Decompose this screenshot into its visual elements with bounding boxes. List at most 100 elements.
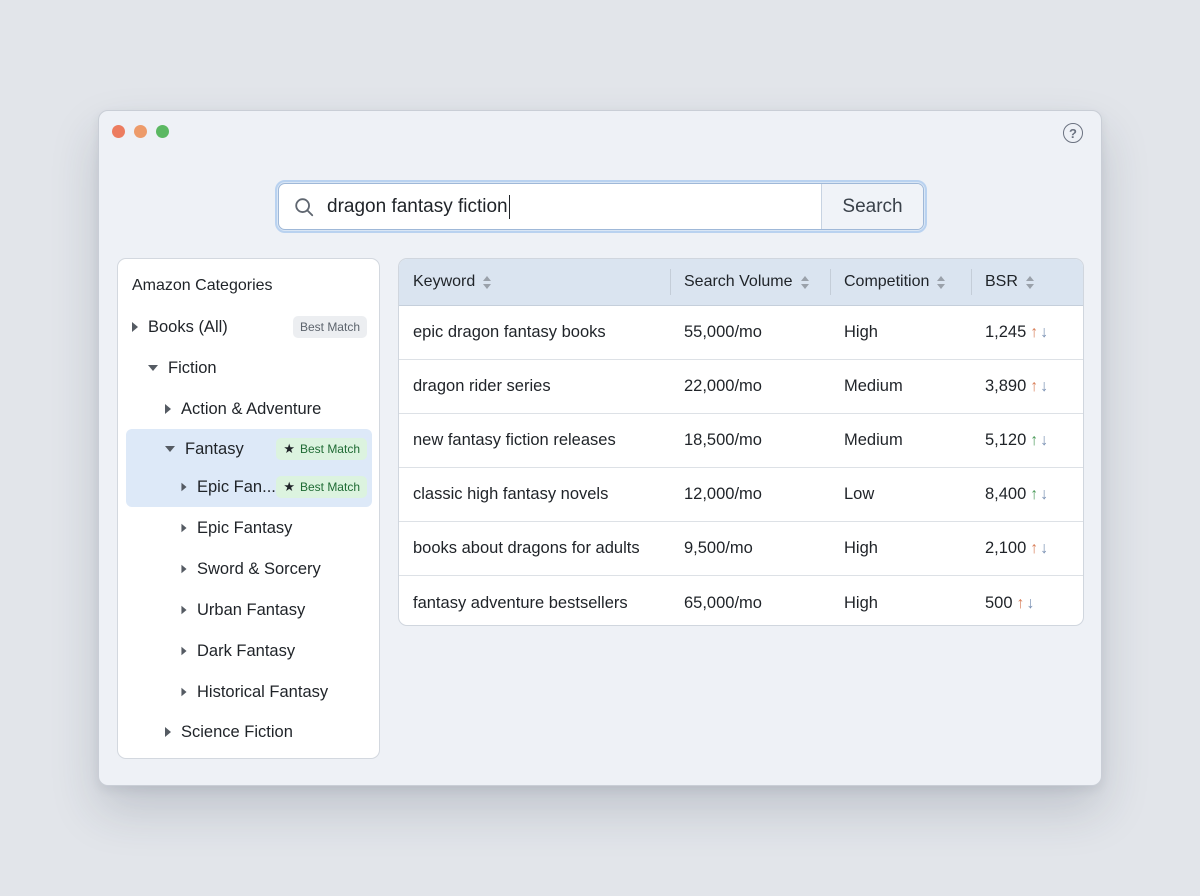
trend-up-icon: ↑ xyxy=(1030,486,1039,503)
trend-down-icon: ↓ xyxy=(1040,378,1049,395)
column-header-keyword[interactable]: Keyword xyxy=(399,259,670,305)
expand-triangle-icon[interactable] xyxy=(181,482,187,492)
bsr-value: 3,890 xyxy=(985,377,1027,395)
table-row[interactable]: books about dragons for adults 9,500/mo … xyxy=(399,522,1083,576)
keyword-cell: classic high fantasy novels xyxy=(413,485,609,503)
category-label: Fantasy xyxy=(185,439,244,458)
bsr-value: 8,400 xyxy=(985,485,1027,503)
trend-up-icon: ↑ xyxy=(1030,378,1039,395)
keyword-cell: dragon rider series xyxy=(413,377,551,395)
bsr-cell: 5,120 ↑ ↓ xyxy=(971,431,1083,450)
category-label: Fiction xyxy=(168,358,217,377)
best-match-badge: ★ Best Match xyxy=(276,438,367,460)
column-header-search-volume[interactable]: Search Volume xyxy=(670,259,830,305)
column-header-bsr[interactable]: BSR xyxy=(971,259,1083,305)
search-bar-inner: dragon fantasy fiction Search xyxy=(278,183,924,230)
window-controls xyxy=(112,125,169,138)
category-item-science-fiction[interactable]: Science Fiction xyxy=(118,713,379,751)
expand-triangle-icon[interactable] xyxy=(165,727,171,737)
trend-up-icon: ↑ xyxy=(1030,540,1039,557)
column-label: Search Volume xyxy=(684,273,793,290)
star-icon: ★ xyxy=(283,441,295,456)
keyword-cell: books about dragons for adults xyxy=(413,539,640,557)
close-window-button[interactable] xyxy=(112,125,125,138)
expand-triangle-icon[interactable] xyxy=(165,404,171,414)
bsr-cell: 3,890 ↑ ↓ xyxy=(971,377,1083,396)
keyword-table: Keyword Search Volume Competition BSR ep… xyxy=(398,258,1084,626)
keyword-cell: new fantasy fiction releases xyxy=(413,431,616,449)
column-label: BSR xyxy=(985,273,1018,290)
table-row[interactable]: classic high fantasy novels 12,000/mo Lo… xyxy=(399,468,1083,522)
text-caret xyxy=(508,194,510,219)
keyword-cell: epic dragon fantasy books xyxy=(413,323,606,341)
search-input[interactable]: dragon fantasy fiction xyxy=(279,184,821,229)
expand-triangle-icon[interactable] xyxy=(181,687,187,697)
maximize-window-button[interactable] xyxy=(156,125,169,138)
trend-down-icon: ↓ xyxy=(1040,486,1049,503)
app-window: ? dragon fantasy fiction Search Amazon C… xyxy=(98,110,1102,786)
category-item-historical-fantasy[interactable]: Historical Fantasy xyxy=(118,673,379,711)
table-header: Keyword Search Volume Competition BSR xyxy=(399,259,1083,306)
search-bar: dragon fantasy fiction Search xyxy=(275,180,927,233)
best-match-badge: Best Match xyxy=(292,316,367,338)
expand-triangle-icon[interactable] xyxy=(181,523,187,533)
category-item-epic-fantasy[interactable]: Epic Fantasy xyxy=(118,509,379,547)
expand-triangle-icon[interactable] xyxy=(132,322,138,332)
trend-up-icon: ↑ xyxy=(1030,324,1039,341)
category-item-books-all[interactable]: Books (All) Best Match xyxy=(118,308,379,346)
collapse-triangle-icon[interactable] xyxy=(165,446,175,452)
bsr-cell: 500 ↑ ↓ xyxy=(971,594,1083,613)
sort-icon[interactable] xyxy=(800,275,809,289)
category-label: Dark Fantasy xyxy=(197,641,296,660)
category-item-dark-fantasy[interactable]: Dark Fantasy xyxy=(118,632,379,670)
table-row[interactable]: epic dragon fantasy books 55,000/mo High… xyxy=(399,306,1083,360)
table-row[interactable]: new fantasy fiction releases 18,500/mo M… xyxy=(399,414,1083,468)
bsr-value: 2,100 xyxy=(985,539,1027,557)
category-label: Historical Fantasy xyxy=(197,682,329,701)
category-item-action-adventure[interactable]: Action & Adventure xyxy=(118,390,379,428)
category-item-sword-sorcery[interactable]: Sword & Sorcery xyxy=(118,550,379,588)
competition-cell: Low xyxy=(844,485,875,503)
category-label: Sword & Sorcery xyxy=(197,559,321,578)
sort-icon[interactable] xyxy=(1025,275,1034,289)
trend-up-icon: ↑ xyxy=(1016,594,1025,612)
search-input-value: dragon fantasy fiction xyxy=(327,195,508,217)
volume-cell: 18,500/mo xyxy=(684,431,762,449)
badge-label: Best Match xyxy=(299,442,360,456)
search-button[interactable]: Search xyxy=(821,184,923,229)
sort-icon[interactable] xyxy=(483,275,492,289)
bsr-cell: 8,400 ↑ ↓ xyxy=(971,485,1083,504)
volume-cell: 22,000/mo xyxy=(684,377,762,395)
volume-cell: 9,500/mo xyxy=(684,539,753,557)
help-icon[interactable]: ? xyxy=(1063,123,1083,143)
category-sidebar: Amazon Categories Books (All) Best Match… xyxy=(117,258,380,759)
category-item-fantasy[interactable]: Fantasy ★ Best Match xyxy=(118,430,379,468)
star-icon: ★ xyxy=(283,479,295,494)
sort-icon[interactable] xyxy=(937,275,946,289)
category-label: Epic Fantasy xyxy=(197,518,293,537)
category-item-urban-fantasy[interactable]: Urban Fantasy xyxy=(118,591,379,629)
bsr-cell: 2,100 ↑ ↓ xyxy=(971,539,1083,558)
expand-triangle-icon[interactable] xyxy=(181,605,187,615)
column-label: Keyword xyxy=(413,273,476,290)
category-item-epic-fantasy-truncated[interactable]: Epic Fan... ★ Best Match xyxy=(118,468,379,506)
column-header-competition[interactable]: Competition xyxy=(830,259,971,305)
category-label: Books (All) xyxy=(148,317,228,336)
expand-triangle-icon[interactable] xyxy=(181,646,187,656)
trend-down-icon: ↓ xyxy=(1040,324,1049,341)
competition-cell: Medium xyxy=(844,431,903,449)
minimize-window-button[interactable] xyxy=(134,125,147,138)
trend-up-icon: ↑ xyxy=(1030,432,1039,449)
bsr-value: 500 xyxy=(985,593,1013,612)
table-row[interactable]: fantasy adventure bestsellers 65,000/mo … xyxy=(399,576,1083,625)
competition-cell: High xyxy=(844,539,878,557)
table-row[interactable]: dragon rider series 22,000/mo Medium 3,8… xyxy=(399,360,1083,414)
competition-cell: High xyxy=(844,593,878,612)
volume-cell: 12,000/mo xyxy=(684,485,762,503)
keyword-cell: fantasy adventure bestsellers xyxy=(413,593,628,612)
collapse-triangle-icon[interactable] xyxy=(148,365,158,371)
best-match-badge: ★ Best Match xyxy=(276,476,367,498)
category-item-fiction[interactable]: Fiction xyxy=(118,349,379,387)
expand-triangle-icon[interactable] xyxy=(181,564,187,574)
bsr-value: 1,245 xyxy=(985,323,1027,341)
